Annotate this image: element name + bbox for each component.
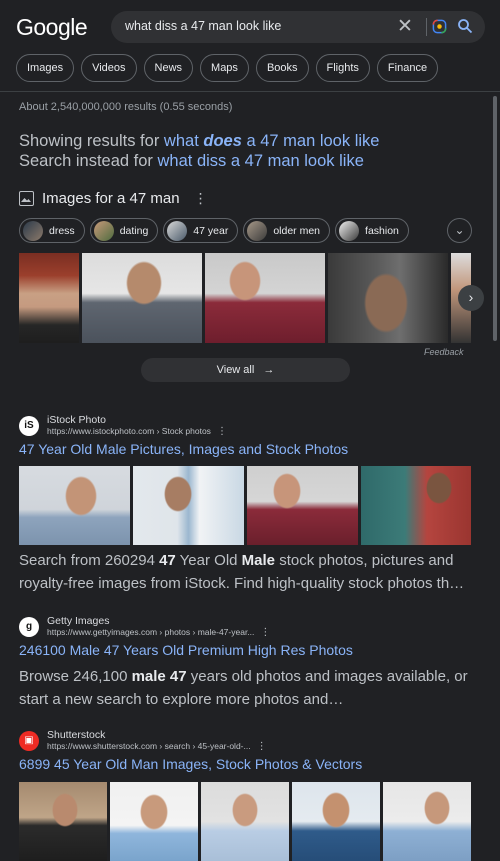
result-title-link[interactable]: 47 Year Old Male Pictures, Images and St… <box>19 441 348 457</box>
result-thumbnails <box>19 466 471 545</box>
result-source[interactable]: g Getty Images https://www.gettyimages.c… <box>19 615 353 638</box>
result-thumbnails <box>19 782 471 861</box>
view-all-label: View all <box>216 364 255 376</box>
snippet-text: Year Old <box>175 552 242 569</box>
facet-label: 47 year <box>193 224 229 237</box>
result-title-link[interactable]: 246100 Male 47 Years Old Premium High Re… <box>19 642 353 658</box>
site-name: iStock Photo <box>47 414 106 426</box>
site-url: https://www.gettyimages.com › photos › m… <box>47 627 255 637</box>
avatar <box>93 220 114 241</box>
result-snippet: Search from 260294 47 Year Old Male stoc… <box>19 549 469 595</box>
result-title-link[interactable]: 6899 45 Year Old Man Images, Stock Photo… <box>19 756 362 772</box>
image-result[interactable] <box>82 253 202 343</box>
facet-47-year[interactable]: 47 year <box>163 218 239 243</box>
facet-label: dress <box>49 224 75 237</box>
site-name: Getty Images <box>47 615 110 627</box>
snippet-bold: Male <box>241 552 276 569</box>
search-result: iS iStock Photo https://www.istockphoto.… <box>19 414 348 457</box>
snippet-bold: 47 <box>159 552 176 569</box>
tab-videos[interactable]: Videos <box>81 54 137 82</box>
image-result[interactable] <box>328 253 448 343</box>
istock-favicon-icon: iS <box>19 415 39 436</box>
corrected-query-link[interactable]: what does a 47 man look like <box>164 132 380 150</box>
thumbnail[interactable] <box>361 466 471 545</box>
kebab-icon[interactable]: ⋮ <box>217 426 227 437</box>
facet-fashion[interactable]: fashion <box>335 218 409 243</box>
result-stats: About 2,540,000,000 results (0.55 second… <box>19 101 233 113</box>
snippet-text: Search from 260294 <box>19 552 160 569</box>
avatar <box>167 220 188 241</box>
getty-favicon-icon: g <box>19 616 39 637</box>
image-result[interactable] <box>19 253 79 343</box>
search-tabs: Images Videos News Maps Books Flights Fi… <box>16 54 439 82</box>
google-logo[interactable]: Google <box>16 14 88 41</box>
close-icon[interactable]: ✕ <box>397 15 413 38</box>
tab-maps[interactable]: Maps <box>200 54 249 82</box>
showing-label: Showing results for <box>19 132 160 150</box>
site-url: https://www.istockphoto.com › Stock phot… <box>47 426 211 436</box>
header: Google what diss a 47 man look like ✕ Im… <box>0 0 500 92</box>
search-result: ▣ Shutterstock https://www.shutterstock.… <box>19 729 362 772</box>
site-name: Shutterstock <box>47 729 106 741</box>
images-heading-label: Images for a 47 man <box>42 190 180 207</box>
original-query-link[interactable]: what diss a 47 man look like <box>158 152 364 170</box>
search-input[interactable]: what diss a 47 man look like <box>125 19 281 33</box>
view-all-button[interactable]: View all → <box>141 358 350 382</box>
thumbnail[interactable] <box>247 466 358 545</box>
thumbnail[interactable] <box>19 782 107 861</box>
avatar <box>247 220 268 241</box>
avatar <box>339 220 360 241</box>
thumbnail[interactable] <box>383 782 471 861</box>
site-url: https://www.shutterstock.com › search › … <box>47 741 251 751</box>
image-result[interactable] <box>205 253 325 343</box>
tab-flights[interactable]: Flights <box>315 54 370 82</box>
result-snippet: Browse 246,100 male 47 years old photos … <box>19 665 469 711</box>
thumbnail[interactable] <box>201 782 289 861</box>
images-heading: Images for a 47 man ⋮ <box>19 190 208 207</box>
lens-icon[interactable] <box>432 19 447 34</box>
corrected-part-c: a 47 man look like <box>241 132 380 150</box>
arrow-right-icon: → <box>263 364 275 376</box>
snippet-text: Browse 246,100 <box>19 668 132 685</box>
thumbnail[interactable] <box>133 466 244 545</box>
facet-dress[interactable]: dress <box>19 218 85 243</box>
image-carousel <box>19 253 471 343</box>
facet-dating[interactable]: dating <box>89 218 159 243</box>
facet-label: dating <box>119 224 149 237</box>
kebab-icon[interactable]: ⋮ <box>194 190 208 207</box>
search-result: g Getty Images https://www.gettyimages.c… <box>19 615 353 658</box>
thumbnail[interactable] <box>19 466 130 545</box>
tab-finance[interactable]: Finance <box>376 54 439 82</box>
scrollbar[interactable] <box>493 96 497 341</box>
facet-older-men[interactable]: older men <box>243 218 331 243</box>
image-facets: dress dating 47 year older men fashion <box>19 218 409 243</box>
corrected-part-b: does <box>203 132 242 150</box>
facet-label: older men <box>273 224 321 237</box>
tab-images[interactable]: Images <box>16 54 75 82</box>
carousel-next-button[interactable]: › <box>458 285 484 311</box>
tab-news[interactable]: News <box>143 54 194 82</box>
search-box[interactable]: what diss a 47 man look like ✕ <box>111 11 485 43</box>
image-icon <box>19 191 34 206</box>
thumbnail[interactable] <box>110 782 198 861</box>
corrected-part-a: what <box>163 132 204 150</box>
avatar <box>23 220 43 241</box>
result-source[interactable]: iS iStock Photo https://www.istockphoto.… <box>19 414 348 437</box>
divider <box>426 18 427 36</box>
feedback-link[interactable]: Feedback <box>424 347 464 357</box>
kebab-icon[interactable]: ⋮ <box>257 741 267 752</box>
shutterstock-favicon-icon: ▣ <box>19 730 39 751</box>
kebab-icon[interactable]: ⋮ <box>260 627 270 638</box>
tab-books[interactable]: Books <box>255 54 309 82</box>
result-source[interactable]: ▣ Shutterstock https://www.shutterstock.… <box>19 729 362 752</box>
chevron-down-icon[interactable]: ⌄ <box>447 218 472 243</box>
spelling-correction: Showing results for what does a 47 man l… <box>19 131 379 171</box>
facet-label: fashion <box>365 224 399 237</box>
snippet-bold: male 47 <box>131 668 187 685</box>
instead-label: Search instead for <box>19 152 153 170</box>
search-icon[interactable] <box>457 18 473 34</box>
thumbnail[interactable] <box>292 782 380 861</box>
